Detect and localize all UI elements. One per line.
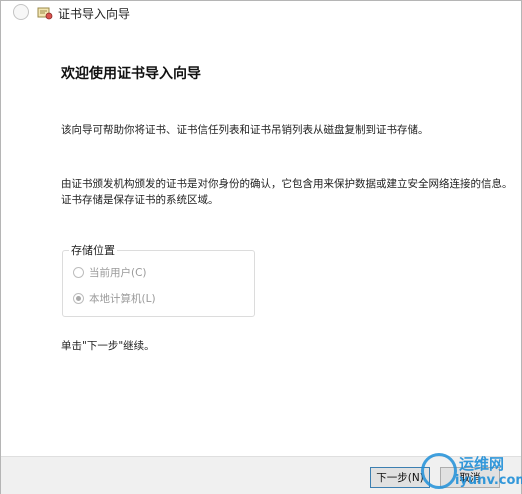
- back-button[interactable]: [13, 4, 29, 20]
- store-location-label: 存储位置: [69, 242, 117, 258]
- wizard-window: 证书导入向导 欢迎使用证书导入向导 该向导可帮助你将证书、证书信任列表和证书吊销…: [0, 0, 522, 494]
- description-line-2: 证书存储是保存证书的系统区域。: [61, 194, 219, 206]
- watermark-text-en: iyunv.com: [455, 473, 522, 488]
- store-location-group: [62, 250, 255, 317]
- radio-local-machine[interactable]: 本地计算机(L): [73, 291, 156, 305]
- title-bar: 证书导入向导: [1, 1, 521, 25]
- watermark-text-cn: 运维网: [459, 455, 505, 473]
- intro-text: 该向导可帮助你将证书、证书信任列表和证书吊销列表从磁盘复制到证书存储。: [61, 124, 429, 136]
- watermark-circle-icon: [421, 453, 457, 489]
- radio-current-user[interactable]: 当前用户(C): [73, 265, 147, 279]
- description-text: 由证书颁发机构颁发的证书是对你身份的确认，它包含用来保护数据或建立安全网络连接的…: [61, 176, 513, 208]
- certificate-icon: [37, 7, 53, 20]
- page-heading: 欢迎使用证书导入向导: [61, 66, 201, 82]
- description-line-1: 由证书颁发机构颁发的证书是对你身份的确认，它包含用来保护数据或建立安全网络连接的…: [61, 178, 513, 190]
- watermark-logo: 运维网 iyunv.com: [415, 451, 522, 491]
- radio-local-machine-label: 本地计算机(L): [89, 292, 156, 305]
- radio-circle-selected[interactable]: [73, 292, 84, 304]
- continue-hint: 单击"下一步"继续。: [61, 340, 155, 352]
- radio-current-user-label: 当前用户(C): [89, 266, 147, 279]
- radio-circle[interactable]: [73, 266, 84, 278]
- window-title: 证书导入向导: [58, 7, 131, 21]
